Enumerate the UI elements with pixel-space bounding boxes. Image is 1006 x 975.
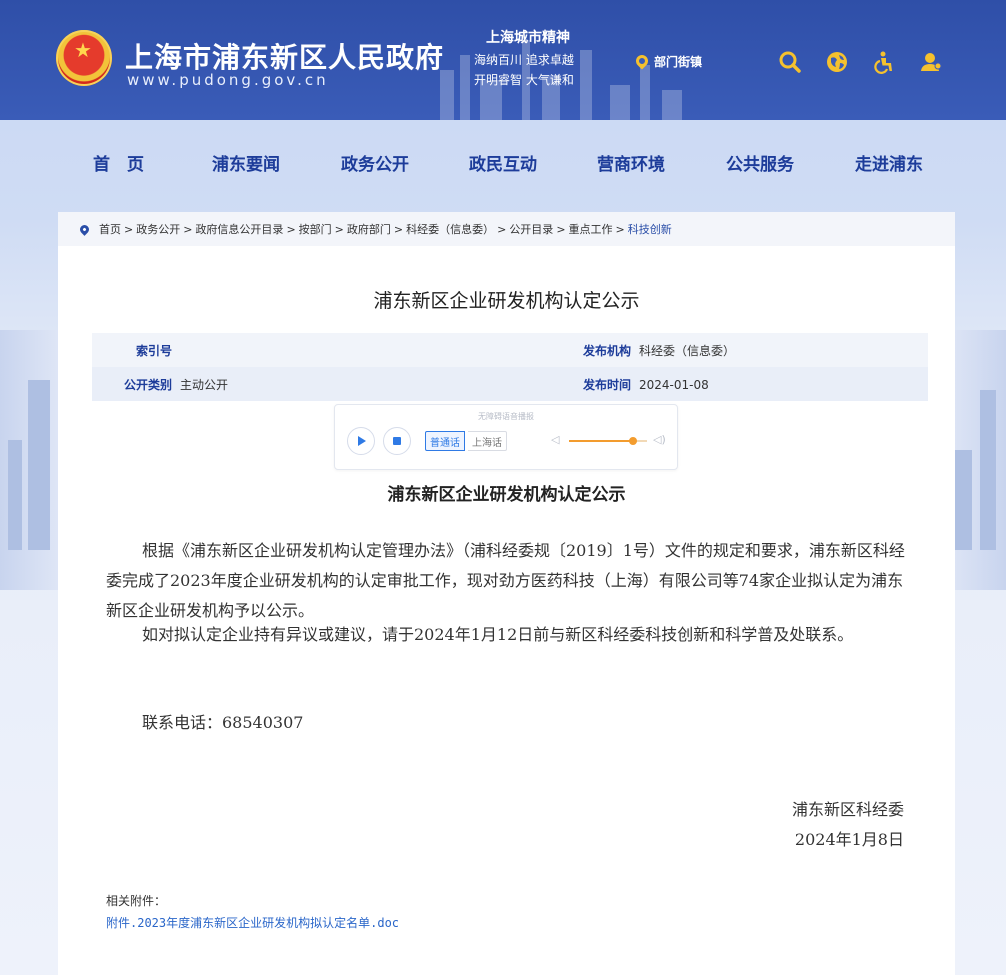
meta-key: 索引号 [136,343,173,358]
meta-cell-category: 公开类别 主动公开 [124,376,228,393]
breadcrumb: 首页 > 政务公开 > 政府信息公开目录 > 按部门 > 政府部门 > 科经委（… [58,212,955,246]
volume-fill [569,440,633,442]
site-url: www.pudong.gov.cn [127,71,329,89]
accessibility-icon[interactable] [870,48,898,76]
volume-slider[interactable] [569,437,647,445]
article-title: 浦东新区企业研发机构认定公示 [387,485,626,505]
city-spirit-line-1: 海纳百川 追求卓越 [474,53,574,67]
location-pin-icon [78,222,91,236]
breadcrumb-item[interactable]: 公开目录 [509,221,553,237]
breadcrumb-separator: > [183,222,193,236]
nav-item-gov-affairs[interactable]: 政务公开 [341,150,409,175]
star-icon: ★ [74,38,92,62]
breadcrumb-item[interactable]: 首页 [99,221,121,237]
breadcrumb-separator: > [556,222,566,236]
globe-icon[interactable] [823,48,851,76]
user-icon[interactable] [917,48,945,76]
meta-cell-date: 发布时间 2024-01-08 [583,376,709,393]
national-emblem-logo[interactable]: ★ [56,30,112,86]
breadcrumb-separator: > [615,222,625,236]
nav-item-public-service[interactable]: 公共服务 [726,150,794,175]
left-skyline-decoration [0,330,60,590]
meta-row: 公开类别 主动公开 发布时间 2024-01-08 [92,367,928,401]
nav-item-home[interactable]: 首 页 [93,150,144,175]
meta-cell-index: 索引号 [136,342,180,359]
header-tools [776,48,945,76]
department-town-link[interactable]: 部门街镇 [633,50,703,72]
signature-date: 2024年1月8日 [794,830,904,849]
volume-knob[interactable] [628,437,637,445]
breadcrumb-item[interactable]: 政府部门 [347,221,391,237]
breadcrumb-current[interactable]: 科技创新 [628,221,672,237]
breadcrumb-item[interactable]: 重点工作 [569,221,613,237]
right-skyline-decoration [946,330,1006,590]
nav-item-interaction[interactable]: 政民互动 [469,150,537,175]
site-header: ★ 上海市浦东新区人民政府 www.pudong.gov.cn 上海城市精神 海… [0,0,1006,120]
meta-cell-publisher: 发布机构 科经委（信息委） [583,342,735,359]
attachment-label: 相关附件： [106,894,167,908]
meta-key: 发布机构 [583,343,632,358]
lang-mandarin-button[interactable]: 普通话 [425,431,465,451]
breadcrumb-separator: > [393,222,404,236]
breadcrumb-item[interactable]: 政府信息公开目录 [195,221,283,237]
stop-icon [393,437,401,445]
meta-value: 科经委（信息委） [639,343,736,358]
meta-value: 2024-01-08 [639,377,709,392]
location-pin-icon [633,52,651,70]
meta-key: 发布时间 [583,377,632,392]
nav-item-about-pudong[interactable]: 走进浦东 [855,150,923,175]
play-button[interactable] [347,427,375,455]
volume-high-icon[interactable]: ◁) [653,433,666,446]
audio-player: 无障碍语音播报 普通话 上海话 ◁ ◁) [334,404,678,470]
breadcrumb-separator: > [334,222,344,236]
main-nav: 首 页 浦东要闻 政务公开 政民互动 营商环境 公共服务 走进浦东 [0,150,1006,180]
stop-button[interactable] [383,427,411,455]
content-panel: 首页 > 政务公开 > 政府信息公开目录 > 按部门 > 政府部门 > 科经委（… [58,212,955,975]
search-icon[interactable] [776,48,804,76]
document-meta-table: 索引号 发布机构 科经委（信息委） 公开类别 主动公开 发布时间 2024-01-08 [92,333,928,401]
meta-value: 主动公开 [180,377,229,392]
meta-key: 公开类别 [124,377,173,392]
nav-item-pudong-news[interactable]: 浦东要闻 [212,150,280,175]
department-town-label: 部门街镇 [654,54,703,69]
breadcrumb-separator: > [124,222,134,236]
site-title[interactable]: 上海市浦东新区人民政府 [125,36,444,76]
nav-item-business-env[interactable]: 营商环境 [597,150,665,175]
article-paragraph-1: 根据《浦东新区企业研发机构认定管理办法》（浦科经委规〔2019〕1号）文件的规定… [106,541,905,620]
city-spirit-line-2: 开明睿智 大气谦和 [474,73,574,87]
article-paragraph-2: 如对拟认定企业持有异议或建议，请于2024年1月12日前与新区科经委科技创新和科… [142,625,854,644]
attachment-link[interactable]: 附件.2023年度浦东新区企业研发机构拟认定名单.doc [106,914,399,931]
contact-phone: 联系电话：68540307 [142,713,304,732]
play-icon [358,436,366,446]
breadcrumb-item[interactable]: 按部门 [299,221,332,237]
breadcrumb-item[interactable]: 政务公开 [136,221,180,237]
meta-row: 索引号 发布机构 科经委（信息委） [92,333,928,367]
breadcrumb-separator: > [286,222,296,236]
breadcrumb-item[interactable]: 科经委（信息委） [406,221,494,237]
page-title: 浦东新区企业研发机构认定公示 [373,290,640,312]
volume-low-icon[interactable]: ◁ [551,433,559,446]
lang-shanghainese-button[interactable]: 上海话 [468,431,507,451]
signature-org: 浦东新区科经委 [791,800,904,819]
city-spirit-title: 上海城市精神 [486,30,570,46]
breadcrumb-separator: > [497,222,507,236]
player-note: 无障碍语音播报 [478,412,534,421]
